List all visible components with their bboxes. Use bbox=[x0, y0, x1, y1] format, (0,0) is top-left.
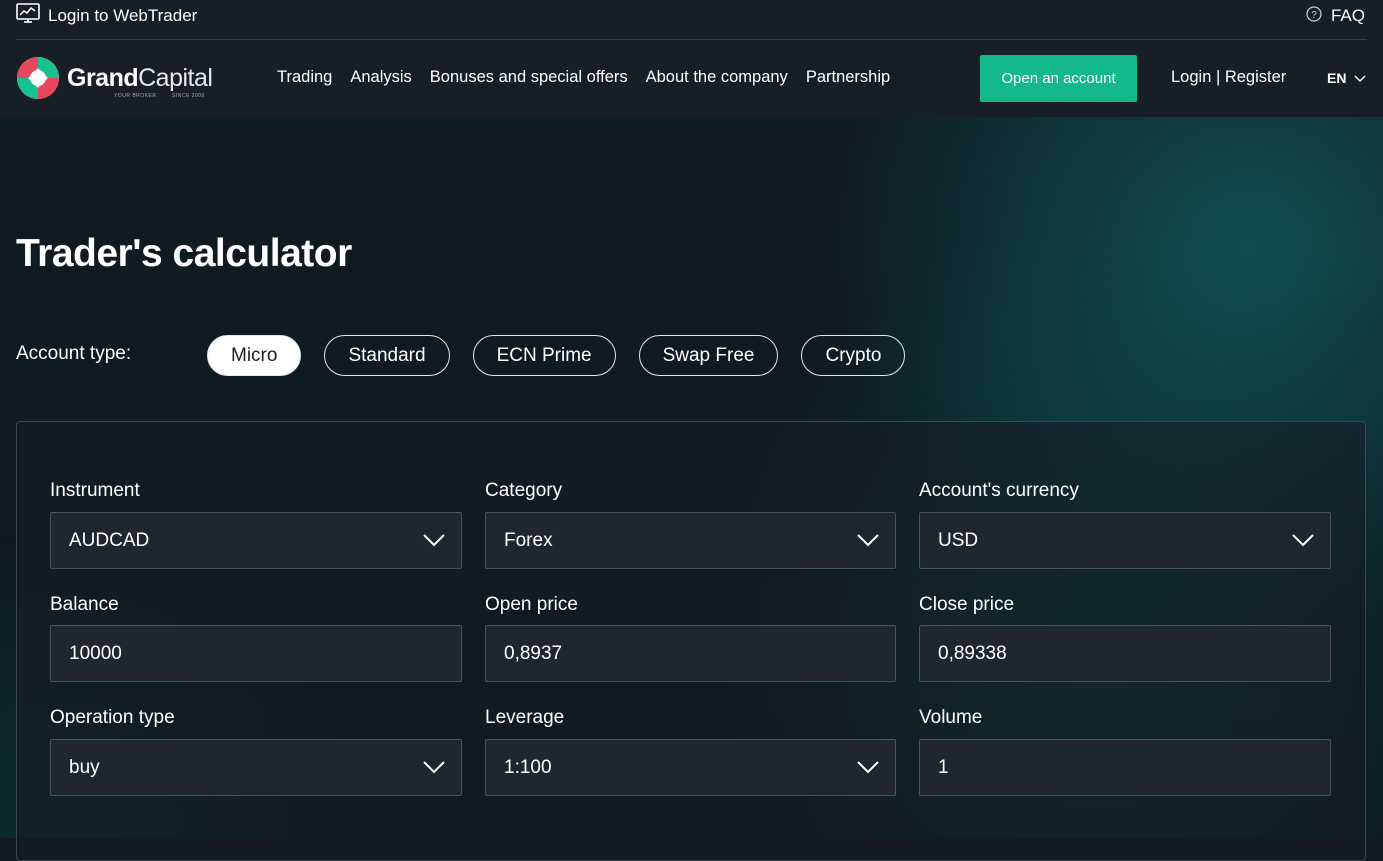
account-type-ecn-prime[interactable]: ECN Prime bbox=[472, 335, 616, 376]
chevron-down-icon bbox=[857, 531, 879, 553]
account-type-selector: Micro Standard ECN Prime Swap Free Crypt… bbox=[207, 335, 906, 376]
leverage-select[interactable]: 1:100 bbox=[485, 739, 896, 796]
chevron-down-icon bbox=[423, 531, 445, 553]
close-price-value: 0,89338 bbox=[938, 642, 1007, 664]
brand-name: GrandCapital bbox=[67, 64, 213, 93]
volume-value: 1 bbox=[938, 756, 949, 778]
category-value: Forex bbox=[504, 529, 553, 551]
nav-link-about[interactable]: About the company bbox=[646, 68, 788, 87]
balance-label: Balance bbox=[50, 594, 119, 615]
logo-mark-icon bbox=[17, 57, 59, 99]
leverage-value: 1:100 bbox=[504, 756, 552, 778]
account-type-swap-free[interactable]: Swap Free bbox=[638, 335, 779, 376]
main-nav: GrandCapital YOUR BROKER SINCE 2006 Trad… bbox=[0, 40, 1383, 117]
open-price-input[interactable]: 0,8937 bbox=[485, 625, 896, 682]
category-label: Category bbox=[485, 480, 563, 501]
currency-label: Account's currency bbox=[919, 480, 1079, 501]
svg-text:?: ? bbox=[1311, 10, 1317, 21]
operation-type-value: buy bbox=[69, 756, 100, 778]
brand-name-bold: Grand bbox=[67, 64, 139, 92]
close-price-label: Close price bbox=[919, 594, 1015, 615]
grandcapital-logo[interactable]: GrandCapital YOUR BROKER SINCE 2006 bbox=[16, 56, 213, 102]
instrument-select[interactable]: AUDCAD bbox=[50, 512, 462, 569]
brand-tagline-right: SINCE 2006 bbox=[172, 93, 205, 99]
chevron-down-icon bbox=[1354, 70, 1366, 86]
currency-select[interactable]: USD bbox=[919, 512, 1331, 569]
chevron-down-icon bbox=[857, 758, 879, 780]
volume-input[interactable]: 1 bbox=[919, 739, 1331, 796]
account-type-crypto[interactable]: Crypto bbox=[801, 335, 906, 376]
account-type-micro[interactable]: Micro bbox=[207, 335, 302, 376]
account-type-standard[interactable]: Standard bbox=[324, 335, 450, 376]
operation-type-select[interactable]: buy bbox=[50, 739, 462, 796]
monitor-chart-icon bbox=[16, 2, 40, 30]
nav-link-analysis[interactable]: Analysis bbox=[350, 68, 411, 87]
balance-value: 10000 bbox=[69, 642, 122, 664]
open-price-value: 0,8937 bbox=[504, 642, 563, 664]
currency-value: USD bbox=[938, 529, 979, 551]
question-circle-icon: ? bbox=[1306, 5, 1322, 27]
nav-link-bonuses[interactable]: Bonuses and special offers bbox=[430, 68, 628, 87]
webtrader-login-label: Login to WebTrader bbox=[48, 6, 198, 25]
open-price-label: Open price bbox=[485, 594, 578, 615]
top-bar: Login to WebTrader ? FAQ bbox=[0, 0, 1383, 40]
balance-input[interactable]: 10000 bbox=[50, 625, 462, 682]
page-title: Trader's calculator bbox=[16, 232, 352, 275]
nav-link-trading[interactable]: Trading bbox=[277, 68, 332, 87]
brand-tagline-left: YOUR BROKER bbox=[114, 93, 157, 99]
account-type-label: Account type: bbox=[16, 343, 132, 364]
nav-links: Trading Analysis Bonuses and special off… bbox=[277, 68, 908, 87]
nav-link-partnership[interactable]: Partnership bbox=[806, 68, 890, 87]
chevron-down-icon bbox=[423, 758, 445, 780]
login-register-link[interactable]: Login | Register bbox=[1171, 68, 1286, 87]
webtrader-login-link[interactable]: Login to WebTrader bbox=[16, 2, 198, 30]
instrument-value: AUDCAD bbox=[69, 529, 150, 551]
leverage-label: Leverage bbox=[485, 707, 565, 728]
faq-link[interactable]: ? FAQ bbox=[1306, 4, 1365, 28]
chevron-down-icon bbox=[1292, 531, 1314, 553]
volume-label: Volume bbox=[919, 707, 983, 728]
faq-label: FAQ bbox=[1330, 6, 1365, 25]
brand-name-regular: Capital bbox=[138, 64, 213, 92]
open-account-button[interactable]: Open an account bbox=[980, 55, 1137, 102]
close-price-input[interactable]: 0,89338 bbox=[919, 625, 1331, 682]
operation-type-label: Operation type bbox=[50, 707, 175, 728]
language-label: EN bbox=[1327, 70, 1347, 86]
instrument-label: Instrument bbox=[50, 480, 140, 501]
category-select[interactable]: Forex bbox=[485, 512, 896, 569]
language-selector[interactable]: EN bbox=[1327, 70, 1366, 86]
